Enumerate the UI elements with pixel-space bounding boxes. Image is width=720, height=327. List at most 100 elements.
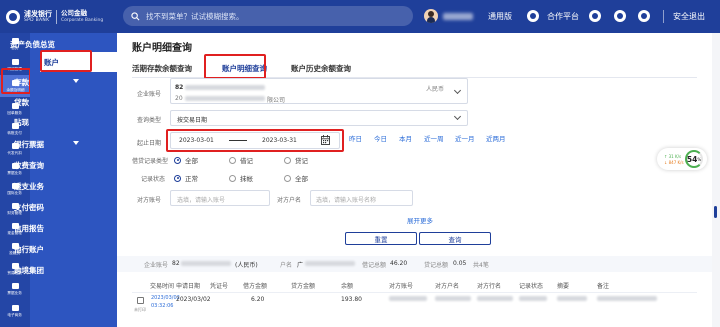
date-range-label: 起止日期 xyxy=(137,140,162,147)
caret-down-icon xyxy=(73,79,79,83)
quick-date-this-month[interactable]: 本月 xyxy=(399,133,412,143)
query-button[interactable]: 查询 xyxy=(419,232,491,245)
account-label: 企业账号 xyxy=(137,91,162,98)
logo-divider xyxy=(56,9,57,24)
radio-debit-credit-all[interactable]: 全部 xyxy=(174,155,198,165)
network-monitor-widget[interactable]: ↑ 31 K/s ↓ 847 K/s 54% xyxy=(657,148,707,170)
page-title: 账户明细查询 xyxy=(132,43,192,54)
radio-status-reversed[interactable]: 抹帐 xyxy=(229,173,253,183)
col-counter-name: 对方户名 xyxy=(435,283,460,290)
message-icon[interactable] xyxy=(614,10,626,22)
row-counter-account-redacted xyxy=(389,296,427,301)
row-counter-name-redacted xyxy=(435,296,471,301)
radio-status-all[interactable]: 全部 xyxy=(284,173,308,183)
menu-item-overdraft[interactable]: 透支业务 xyxy=(0,176,87,196)
col-counter-bank: 对方行名 xyxy=(477,283,502,290)
menu-item-discount[interactable]: 贴现 xyxy=(0,112,87,132)
quick-date-today[interactable]: 今日 xyxy=(374,133,387,143)
col-record-status: 记录状态 xyxy=(519,283,544,290)
row-remark-redacted xyxy=(597,296,657,301)
query-type-select[interactable] xyxy=(170,110,468,126)
note-icon xyxy=(11,282,19,289)
header-divider xyxy=(663,10,664,23)
highlight-frame-tab xyxy=(204,54,266,79)
menu-item-other-bank[interactable]: 他行账户 xyxy=(0,239,87,259)
summary-name-prefix: 广 xyxy=(297,262,304,269)
menu-search-box[interactable] xyxy=(123,6,413,26)
menu-item-loan[interactable]: 贷款 xyxy=(0,92,87,112)
highlight-frame-menu xyxy=(40,50,92,72)
logout-link[interactable]: 安全退出 xyxy=(673,0,705,33)
radio-status-normal[interactable]: 正常 xyxy=(174,173,198,183)
summary-count: 共4笔 xyxy=(473,262,489,269)
menu-item-pay-password[interactable]: 支付密码 xyxy=(0,197,87,217)
search-input[interactable] xyxy=(146,11,396,21)
menu-item-fee-query[interactable]: 收费查询 xyxy=(0,155,87,175)
details-icon xyxy=(11,58,19,65)
cooperation-platform-link[interactable]: 合作平台 xyxy=(547,0,579,33)
account-currency: 人民币 xyxy=(426,86,445,93)
account-name-redacted xyxy=(185,96,265,101)
quick-date-last-week[interactable]: 近一周 xyxy=(424,133,444,143)
logo-sub-cn: 公司金融 xyxy=(61,9,87,18)
platform-icon[interactable] xyxy=(589,10,601,22)
logo-sub-en: Corporate Banking xyxy=(61,17,104,23)
expand-more-link[interactable]: 展开更多 xyxy=(407,215,433,225)
col-debit-amount: 借方金额 xyxy=(243,283,268,290)
col-trade-time: 交易时间 xyxy=(150,283,175,290)
avatar[interactable] xyxy=(424,9,438,23)
switch-icon[interactable] xyxy=(527,10,539,22)
summary-debit-label: 借记总额 xyxy=(362,262,387,269)
row-balance: 193.80 xyxy=(341,296,362,303)
row-apply-date: 2023/03/02 xyxy=(176,296,211,303)
ecommerce-icon xyxy=(11,304,19,311)
counter-account-label: 对方账号 xyxy=(137,197,162,204)
header-divider xyxy=(132,292,697,293)
account-line2-prefix: 20 xyxy=(175,95,183,102)
user-name-redacted xyxy=(443,13,473,20)
quick-date-last-month[interactable]: 近一月 xyxy=(455,133,475,143)
search-icon xyxy=(131,11,140,20)
menu-item-deposit[interactable]: 存款 xyxy=(0,72,87,92)
col-summary: 摘要 xyxy=(557,283,570,290)
col-credit-amount: 贷方金额 xyxy=(291,283,316,290)
page-scrollbar[interactable] xyxy=(712,33,720,327)
download-speed: ↓ 847 K/s xyxy=(664,160,684,165)
col-voucher-no: 凭证号 xyxy=(210,283,229,290)
summary-account-label: 企业账号 xyxy=(144,262,169,269)
row-debit: 6.20 xyxy=(251,296,265,303)
iconbar-item-notes[interactable]: 票据业务 xyxy=(0,278,30,300)
logo-mark-icon xyxy=(6,9,20,24)
reset-button[interactable]: 重置 xyxy=(345,232,417,245)
row-status-redacted xyxy=(519,296,547,301)
quick-date-yesterday[interactable]: 昨日 xyxy=(349,133,362,143)
record-status-label: 记录状态 xyxy=(141,176,166,183)
col-remark: 备注 xyxy=(597,283,610,290)
row-counter-bank-redacted xyxy=(477,296,513,301)
menu-item-credit-report[interactable]: 信用报告 xyxy=(0,218,87,238)
summary-account-redacted xyxy=(181,261,231,266)
account-line2-suffix: 限公司 xyxy=(267,97,286,104)
menu-item-crossborder[interactable]: 跨境集团 xyxy=(0,260,87,280)
settings-icon[interactable] xyxy=(638,10,650,22)
radio-credit[interactable]: 贷记 xyxy=(284,155,308,165)
row-time-clock[interactable]: 03:32:06 xyxy=(151,303,173,309)
row-checkbox[interactable] xyxy=(137,297,144,304)
menu-item-bank-bills[interactable]: 银行票据 xyxy=(0,134,87,154)
scrollbar-thumb[interactable] xyxy=(714,206,717,218)
logo-name-en: SPD BANK xyxy=(24,17,50,23)
query-type-value: 按交易日期 xyxy=(177,117,208,124)
summary-credit-value: 0.05 xyxy=(453,260,467,267)
general-version-label[interactable]: 通用版 xyxy=(488,0,512,33)
query-type-label: 查询类型 xyxy=(137,117,162,124)
summary-account-prefix: 82 xyxy=(172,260,180,267)
radio-debit[interactable]: 借记 xyxy=(229,155,253,165)
summary-credit-label: 贷记总额 xyxy=(424,262,449,269)
account-number-prefix: 82 xyxy=(175,84,184,91)
iconbar-item-ecommerce[interactable]: 电子商务 xyxy=(0,300,30,322)
bank-logo[interactable]: 浦发银行 SPD BANK 公司金融 Corporate Banking xyxy=(0,9,115,24)
summary-name-label: 户名 xyxy=(280,262,293,269)
logo-name-cn: 浦发银行 xyxy=(24,9,52,18)
quick-date-last-two-months[interactable]: 近两月 xyxy=(486,133,506,143)
highlight-frame-date xyxy=(166,129,344,152)
